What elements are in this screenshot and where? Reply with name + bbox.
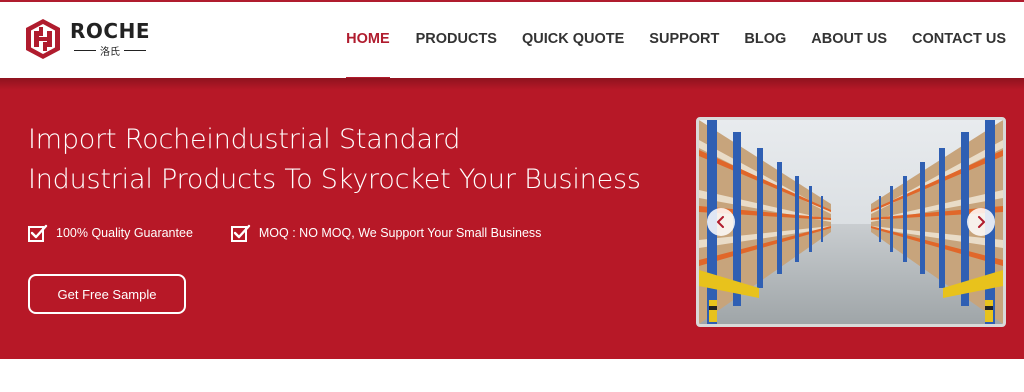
nav-home[interactable]: HOME [346, 2, 390, 80]
nav-support[interactable]: SUPPORT [649, 2, 719, 80]
hero-headline-line-2: Industrial Products To Skyrocket Your Bu… [28, 164, 641, 195]
warehouse-racks-photo [699, 120, 1003, 324]
nav-blog[interactable]: BLOG [744, 2, 786, 80]
chevron-left-icon [717, 216, 724, 228]
chevron-right-icon [978, 216, 985, 228]
hero-headline: Import Rocheindustrial Standard Industri… [28, 120, 641, 200]
brand-name: ROCHE [70, 19, 150, 43]
nav-about-us[interactable]: ABOUT US [811, 2, 887, 80]
feature-moq-label: MOQ : NO MOQ, We Support Your Small Busi… [258, 226, 542, 240]
hero-banner: Import Rocheindustrial Standard Industri… [0, 78, 1024, 359]
feature-quality-label: 100% Quality Guarantee [56, 226, 193, 240]
image-slider[interactable] [696, 117, 1006, 327]
brand-subtitle: 洛氏 [70, 43, 150, 58]
nav-products[interactable]: PRODUCTS [416, 2, 497, 80]
roche-logo-icon [26, 19, 60, 59]
brand-sub-text: 洛氏 [100, 47, 120, 58]
slider-prev-button[interactable] [707, 208, 735, 236]
nav-quick-quote[interactable]: QUICK QUOTE [522, 2, 624, 80]
site-header: ROCHE 洛氏 HOME PRODUCTS QUICK QUOTE SUPPO… [0, 0, 1024, 80]
checkbox-icon [28, 224, 48, 242]
checkbox-icon [230, 224, 251, 242]
hero-headline-line-1: Import Rocheindustrial Standard [28, 124, 461, 155]
get-free-sample-button[interactable]: Get Free Sample [28, 274, 186, 314]
nav-contact-us[interactable]: CONTACT US [912, 2, 1006, 80]
feature-moq: MOQ : NO MOQ, We Support Your Small Busi… [230, 224, 542, 242]
feature-quality: 100% Quality Guarantee [28, 224, 193, 242]
roche-logo[interactable]: ROCHE 洛氏 [24, 18, 150, 60]
slider-next-button[interactable] [967, 208, 995, 236]
main-nav: HOME PRODUCTS QUICK QUOTE SUPPORT BLOG A… [346, 2, 1024, 80]
feature-list: 100% Quality Guarantee MOQ : NO MOQ, We … [28, 224, 579, 242]
header-shadow [0, 78, 1024, 90]
